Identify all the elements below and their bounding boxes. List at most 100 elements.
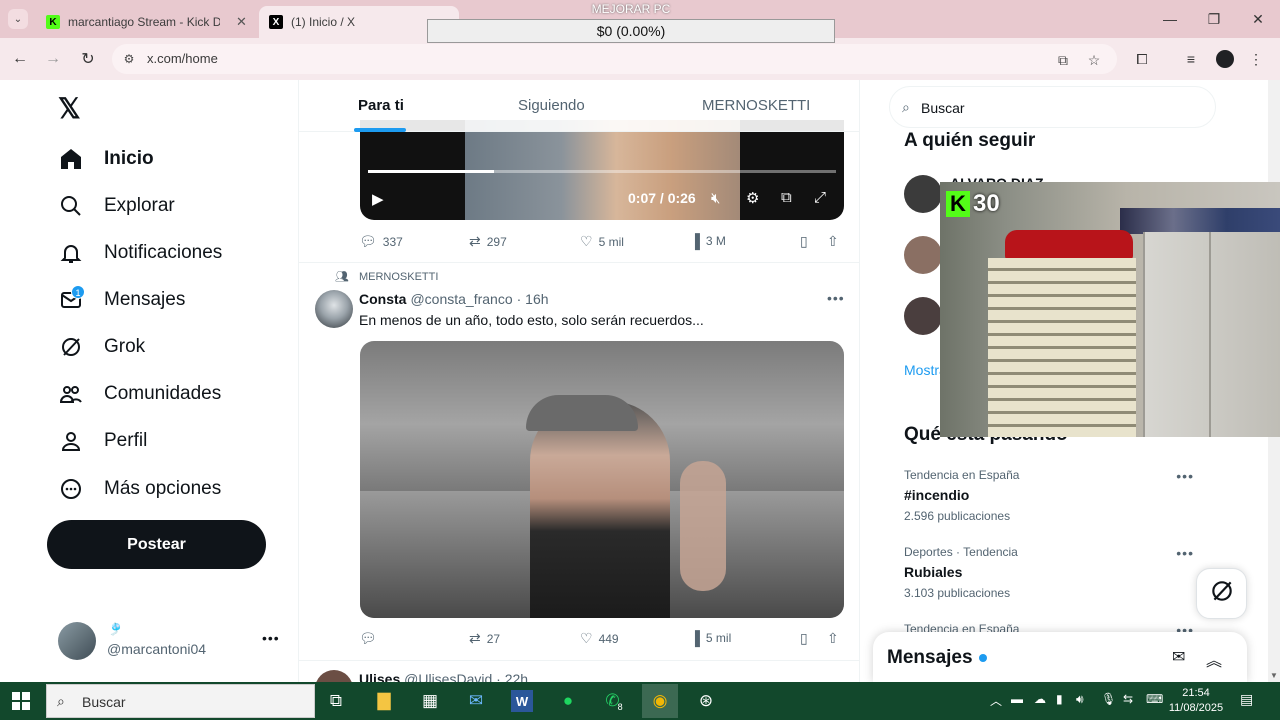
bookmark-button[interactable]: ▯ xyxy=(800,233,808,250)
url-text[interactable]: x.com/home xyxy=(147,51,218,66)
more-dots-icon[interactable]: ••• xyxy=(1176,545,1194,561)
language-icon[interactable]: ⌨ xyxy=(1146,692,1163,706)
like-button[interactable]: ♡ 449 xyxy=(580,630,619,647)
obs-icon[interactable]: ⊛ xyxy=(688,684,724,718)
play-icon[interactable]: ▶ xyxy=(372,190,384,208)
views-button[interactable]: ▐ 5 mil xyxy=(690,630,731,646)
view-count: 3 M xyxy=(705,234,726,248)
taskbar-clock[interactable]: 21:54 11/08/2025 xyxy=(1168,686,1224,716)
fullscreen-icon[interactable]: ⤢ xyxy=(814,189,826,206)
tray-cloud-icon[interactable]: ☁ xyxy=(1034,692,1046,706)
avatar[interactable] xyxy=(904,297,942,335)
reload-icon[interactable]: ↻ xyxy=(78,49,98,69)
spotify-icon[interactable]: ● xyxy=(550,684,586,718)
nav-more-options[interactable]: Más opciones xyxy=(58,474,221,504)
trend-name: Rubiales xyxy=(904,564,963,580)
cam-scene-mattresses xyxy=(988,258,1136,437)
network-icon[interactable]: ⇆ xyxy=(1123,692,1133,706)
views-button[interactable]: ▐ 3 M xyxy=(690,233,726,249)
more-dots-icon[interactable]: ••• xyxy=(827,290,845,306)
address-bar[interactable]: ⚙ x.com/home ⧉ ☆ xyxy=(112,44,1117,74)
restore-icon[interactable]: ❐ xyxy=(1192,0,1236,38)
post-button[interactable]: Postear xyxy=(47,520,266,569)
picture-in-picture-icon[interactable]: ⧉ xyxy=(781,189,792,206)
tweet-time[interactable]: · 22h xyxy=(496,671,528,682)
store-icon[interactable]: ▦ xyxy=(412,684,448,718)
author-handle[interactable]: @consta_franco xyxy=(410,291,512,307)
tab-community-mernosketti[interactable]: MERNOSKETTI xyxy=(702,80,810,132)
account-switcher[interactable]: 🎐 @marcantoni04 ••• xyxy=(58,620,280,660)
more-dots-icon[interactable]: ••• xyxy=(1176,468,1194,484)
tweet-video[interactable] xyxy=(360,341,844,618)
nav-communities[interactable]: Comunidades xyxy=(58,379,221,409)
trend-item[interactable]: Deportes · Tendencia Rubiales 3.103 publ… xyxy=(904,545,1214,600)
whatsapp-icon[interactable]: ✆ 8 xyxy=(596,684,632,718)
messages-drawer[interactable]: Mensajes ✉ ︽ xyxy=(873,632,1247,682)
mail-app-icon[interactable]: ✉ xyxy=(458,684,494,718)
like-button[interactable]: ♡ 5 mil xyxy=(580,233,624,250)
extensions-icon[interactable]: ⧠ xyxy=(1132,49,1152,69)
more-dots-icon[interactable]: ••• xyxy=(262,630,280,646)
close-tab-icon[interactable]: ✕ xyxy=(236,14,247,30)
nav-messages[interactable]: 1 Mensajes xyxy=(58,285,185,315)
file-explorer-icon[interactable]: ▇ xyxy=(366,684,402,718)
settings-gear-icon[interactable]: ⚙ xyxy=(746,189,759,207)
nav-profile[interactable]: Perfil xyxy=(58,426,147,456)
reply-button[interactable]: 💬︎ xyxy=(359,630,377,647)
mute-icon[interactable]: 🔇︎ xyxy=(711,190,720,207)
notification-center-icon[interactable]: ▤ xyxy=(1240,691,1253,708)
tab-search-button[interactable]: ⌄ xyxy=(8,9,28,29)
bookmark-star-icon[interactable]: ☆ xyxy=(1085,51,1103,69)
author-name[interactable]: Ulises xyxy=(359,671,400,682)
tray-overflow-icon[interactable]: ︿ xyxy=(990,692,1002,709)
bookmark-button[interactable]: ▯ xyxy=(800,630,808,647)
repost-button[interactable]: ⇄ 297 xyxy=(469,233,507,250)
profile-avatar[interactable] xyxy=(1216,50,1234,68)
tray-app-icon[interactable]: ▬ xyxy=(1011,692,1023,706)
reply-button[interactable]: 💬︎ 337 xyxy=(359,233,403,250)
browser-menu-icon[interactable]: ⋮ xyxy=(1246,49,1266,69)
windows-start-icon[interactable] xyxy=(12,692,30,710)
nav-grok[interactable]: Grok xyxy=(58,332,145,362)
scroll-down-icon[interactable]: ▼ xyxy=(1270,671,1278,680)
community-name[interactable]: MERNOSKETTI xyxy=(359,271,438,283)
microphone-icon[interactable]: 🎙︎ xyxy=(1101,692,1116,706)
chrome-icon[interactable]: ◉ xyxy=(642,684,678,718)
site-info-icon[interactable]: ⚙ xyxy=(120,50,138,68)
grok-floating-button[interactable] xyxy=(1196,568,1247,619)
avatar[interactable] xyxy=(315,290,353,328)
nav-explore[interactable]: Explorar xyxy=(58,191,175,221)
tab-following[interactable]: Siguiendo xyxy=(518,80,585,132)
forward-arrow-icon[interactable]: → xyxy=(43,49,63,69)
expand-chevron-icon[interactable]: ︽ xyxy=(1206,647,1222,671)
search-box[interactable]: ⌕ Buscar xyxy=(889,86,1216,128)
taskbar-search[interactable]: ⌕ Buscar xyxy=(46,684,315,718)
nav-notifications[interactable]: Notificaciones xyxy=(58,238,222,268)
media-control-icon[interactable]: ≡ xyxy=(1181,49,1201,69)
back-arrow-icon[interactable]: ← xyxy=(10,49,30,69)
video-player[interactable]: ▶ 0:07 / 0:26 🔇︎ ⚙ ⧉ ⤢ xyxy=(360,120,844,220)
share-button[interactable]: ⇧ xyxy=(827,630,839,647)
author-handle[interactable]: @UlisesDavid xyxy=(404,671,492,682)
repost-button[interactable]: ⇄ 27 xyxy=(469,630,500,647)
avatar[interactable] xyxy=(904,175,942,213)
avatar[interactable] xyxy=(904,236,942,274)
share-button[interactable]: ⇧ xyxy=(827,233,839,250)
tab-for-you[interactable]: Para ti xyxy=(358,80,404,132)
word-icon[interactable]: W xyxy=(511,690,533,712)
task-view-icon[interactable]: ⧉ xyxy=(318,684,354,718)
browser-tab-kick[interactable]: K marcantiago Stream - Kick Das ✕ xyxy=(36,6,257,38)
battery-icon[interactable]: ▮ xyxy=(1056,692,1063,706)
tweet-time[interactable]: · 16h xyxy=(517,291,549,307)
avatar[interactable] xyxy=(315,670,353,682)
close-window-icon[interactable]: ✕ xyxy=(1236,0,1280,38)
x-logo-icon[interactable]: 𝕏 xyxy=(58,95,86,123)
install-app-icon[interactable]: ⧉ xyxy=(1054,51,1072,69)
nav-home[interactable]: Inicio xyxy=(58,144,154,174)
author-name[interactable]: Consta xyxy=(359,291,406,307)
new-message-icon[interactable]: ✉ xyxy=(1172,647,1185,667)
cam-scene-red-item xyxy=(1005,230,1133,260)
minimize-icon[interactable]: — xyxy=(1148,0,1192,38)
volume-icon[interactable]: 🔊︎ xyxy=(1076,692,1084,707)
trend-item[interactable]: Tendencia en España #incendio 2.596 publ… xyxy=(904,468,1214,523)
